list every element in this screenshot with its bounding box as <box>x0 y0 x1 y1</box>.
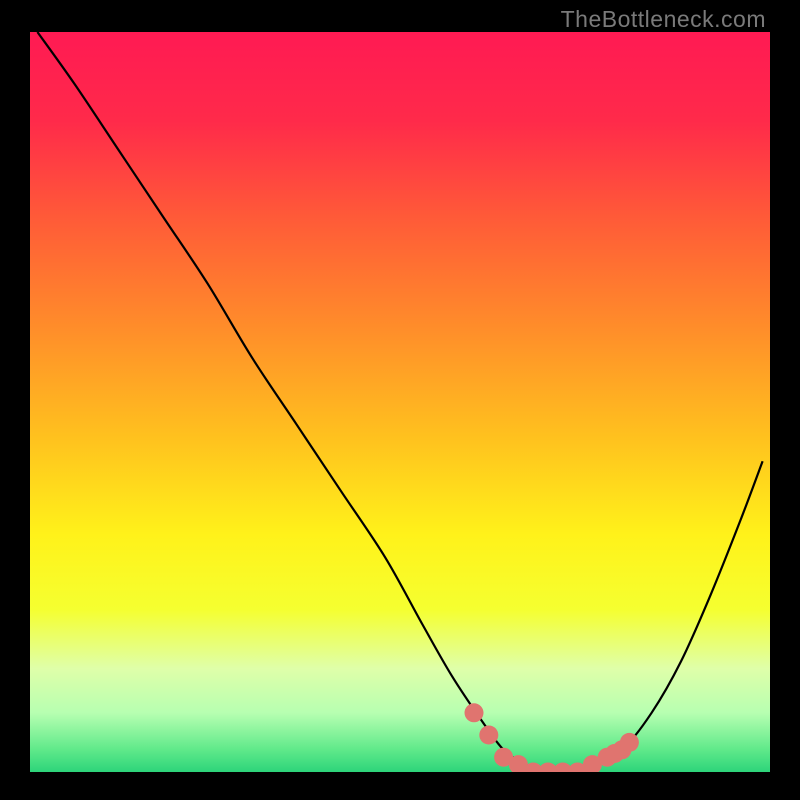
watermark-text: TheBottleneck.com <box>561 6 766 33</box>
chart-area <box>30 32 770 772</box>
highlight-dot <box>465 703 484 722</box>
gradient-background <box>30 32 770 772</box>
highlight-dot <box>479 726 498 745</box>
highlight-dot <box>620 733 639 752</box>
bottleneck-chart <box>30 32 770 772</box>
